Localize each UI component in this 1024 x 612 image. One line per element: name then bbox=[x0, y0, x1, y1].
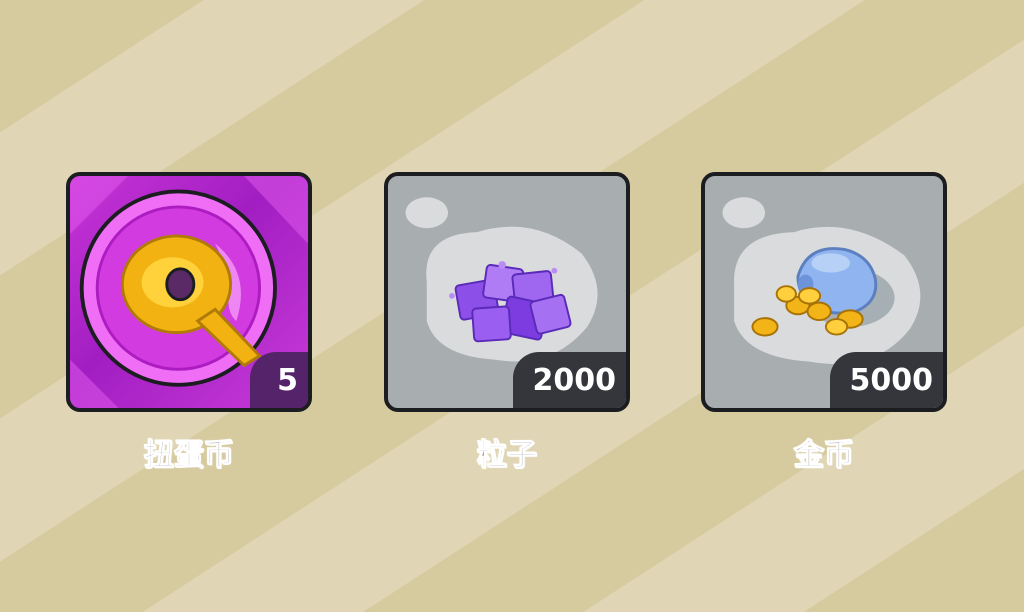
reward-tile[interactable]: 5000 bbox=[701, 172, 947, 412]
reward-name-label: 金币 bbox=[794, 438, 855, 474]
reward-count-badge: 2000 bbox=[512, 352, 626, 408]
reward-name-label: 粒子 bbox=[477, 438, 538, 474]
reward-name-label: 扭蛋币 bbox=[144, 438, 235, 474]
reward-item-particles[interactable]: 2000 粒子 bbox=[384, 172, 634, 474]
reward-item-gold-coins[interactable]: 5000 金币 bbox=[701, 172, 951, 474]
reward-count-badge: 5 bbox=[250, 352, 308, 408]
reward-count-badge: 5000 bbox=[829, 352, 943, 408]
reward-list: 5 扭蛋币 2000 粒子 5000 金币 bbox=[0, 0, 1024, 612]
reward-tile[interactable]: 5 bbox=[66, 172, 312, 412]
reward-tile[interactable]: 2000 bbox=[384, 172, 630, 412]
reward-item-gacha-coin[interactable]: 5 扭蛋币 bbox=[66, 172, 316, 474]
